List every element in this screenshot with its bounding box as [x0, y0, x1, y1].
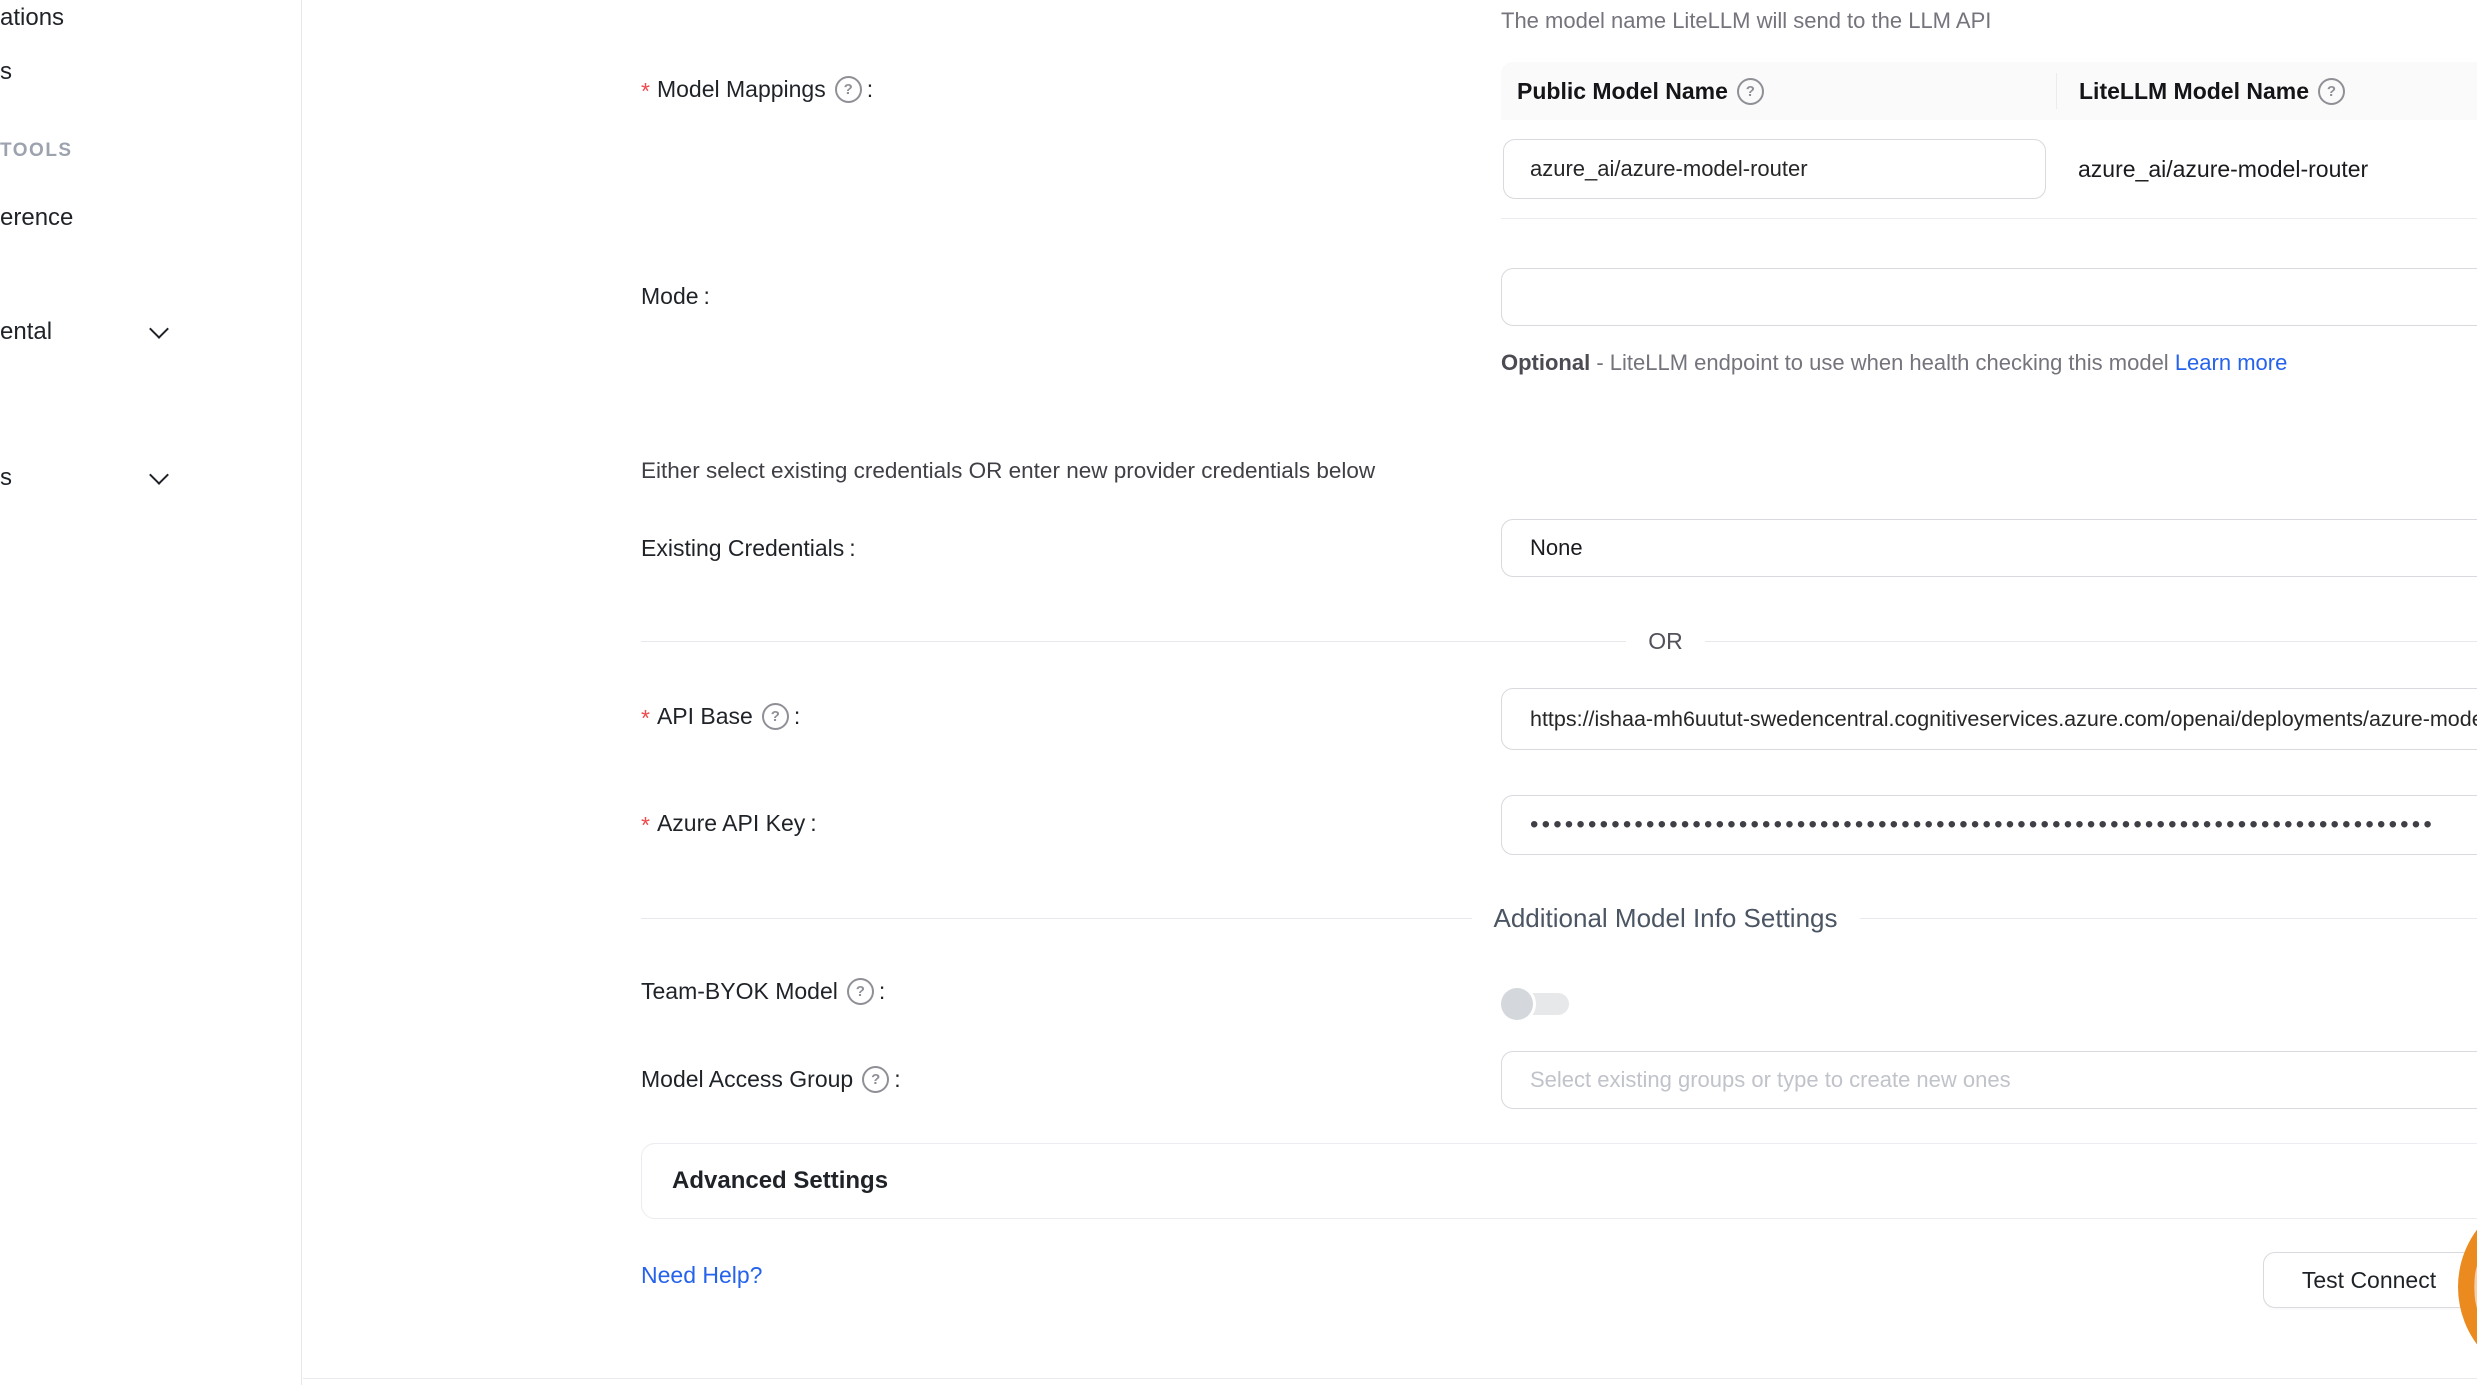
- model-mappings-table: Public Model Name ? LiteLLM Model Name ?…: [1501, 62, 2477, 219]
- help-circle-icon[interactable]: ?: [862, 1066, 889, 1093]
- modal-footer-divider: [303, 1378, 2477, 1379]
- help-circle-icon[interactable]: ?: [847, 978, 874, 1005]
- existing-credentials-label: Existing Credentials :: [641, 535, 856, 562]
- help-circle-icon[interactable]: ?: [835, 76, 862, 103]
- existing-credentials-value: None: [1530, 535, 1583, 561]
- label-colon: :: [867, 76, 873, 103]
- api-base-label: * API Base ? :: [641, 703, 800, 730]
- sidebar-item[interactable]: s: [0, 58, 12, 86]
- sidebar-item[interactable]: erence: [0, 204, 73, 232]
- or-divider-text: OR: [1626, 628, 1705, 655]
- advanced-settings-panel[interactable]: Advanced Settings: [641, 1143, 2477, 1219]
- sidebar-section-label: TOOLS: [0, 140, 73, 162]
- sidebar: ations s TOOLS erence ental s: [0, 0, 302, 1385]
- api-base-value: https://ishaa-mh6uutut-swedencentral.cog…: [1530, 707, 2477, 732]
- chevron-down-icon[interactable]: [149, 319, 169, 339]
- label-text: Mode: [641, 283, 699, 310]
- public-model-name-input[interactable]: azure_ai/azure-model-router: [1503, 139, 2046, 199]
- or-divider: OR: [641, 628, 2477, 654]
- model-access-group-placeholder: Select existing groups or type to create…: [1530, 1067, 2011, 1093]
- label-colon: :: [849, 535, 855, 562]
- optional-tag: Optional: [1501, 350, 1590, 375]
- help-circle-icon[interactable]: ?: [762, 703, 789, 730]
- help-circle-icon[interactable]: ?: [1737, 78, 1764, 105]
- label-text: API Base: [657, 703, 753, 730]
- table-header-row: Public Model Name ? LiteLLM Model Name ?: [1501, 62, 2477, 120]
- additional-info-divider: Additional Model Info Settings: [641, 900, 2477, 936]
- sidebar-item[interactable]: s: [0, 464, 12, 492]
- mode-label: Mode :: [641, 283, 710, 310]
- additional-info-divider-text: Additional Model Info Settings: [1472, 903, 1860, 934]
- add-model-form: The model name LiteLLM will send to the …: [303, 0, 2477, 1385]
- azure-api-key-input[interactable]: ••••••••••••••••••••••••••••••••••••••••…: [1501, 795, 2477, 855]
- label-text: Model Mappings: [657, 76, 826, 103]
- label-colon: :: [894, 1066, 900, 1093]
- sidebar-item[interactable]: ations: [0, 4, 64, 32]
- mode-help-text: Optional - LiteLLM endpoint to use when …: [1501, 344, 2301, 382]
- label-colon: :: [794, 703, 800, 730]
- litellm-model-name-header: LiteLLM Model Name: [2079, 78, 2309, 105]
- model-access-group-label: Model Access Group ? :: [641, 1066, 901, 1093]
- azure-api-key-label: * Azure API Key :: [641, 810, 817, 837]
- chevron-down-icon[interactable]: [149, 465, 169, 485]
- team-byok-toggle[interactable]: [1501, 988, 1569, 1020]
- required-asterisk: *: [641, 78, 650, 105]
- label-colon: :: [810, 810, 816, 837]
- toggle-knob: [1501, 988, 1533, 1020]
- public-model-name-header: Public Model Name: [1517, 78, 1728, 105]
- required-asterisk: *: [641, 705, 650, 732]
- test-connect-button[interactable]: Test Connect: [2263, 1252, 2475, 1308]
- label-text: Azure API Key: [657, 810, 805, 837]
- learn-more-link[interactable]: Learn more: [2175, 350, 2288, 375]
- model-access-group-select[interactable]: Select existing groups or type to create…: [1501, 1051, 2477, 1109]
- litellm-model-name-helper: The model name LiteLLM will send to the …: [1501, 8, 1991, 34]
- table-row: azure_ai/azure-model-router azure_ai/azu…: [1501, 120, 2477, 218]
- label-colon: :: [879, 978, 885, 1005]
- team-byok-label: Team-BYOK Model ? :: [641, 978, 885, 1005]
- mode-select[interactable]: [1501, 268, 2477, 326]
- litellm-model-name-value: azure_ai/azure-model-router: [2078, 156, 2368, 183]
- mode-help-body: - LiteLLM endpoint to use when health ch…: [1590, 350, 2175, 375]
- existing-credentials-select[interactable]: None: [1501, 519, 2477, 577]
- sidebar-item[interactable]: ental: [0, 318, 52, 346]
- help-circle-icon[interactable]: ?: [2318, 78, 2345, 105]
- label-text: Model Access Group: [641, 1066, 853, 1093]
- label-text: Team-BYOK Model: [641, 978, 838, 1005]
- model-mappings-label: * Model Mappings ? :: [641, 76, 873, 103]
- label-text: Existing Credentials: [641, 535, 844, 562]
- credentials-note: Either select existing credentials OR en…: [641, 458, 1375, 484]
- advanced-settings-title: Advanced Settings: [672, 1167, 888, 1195]
- required-asterisk: *: [641, 812, 650, 839]
- label-colon: :: [704, 283, 710, 310]
- masked-api-key: ••••••••••••••••••••••••••••••••••••••••…: [1530, 811, 2477, 839]
- need-help-link[interactable]: Need Help?: [641, 1262, 762, 1289]
- api-base-input[interactable]: https://ishaa-mh6uutut-swedencentral.cog…: [1501, 688, 2477, 750]
